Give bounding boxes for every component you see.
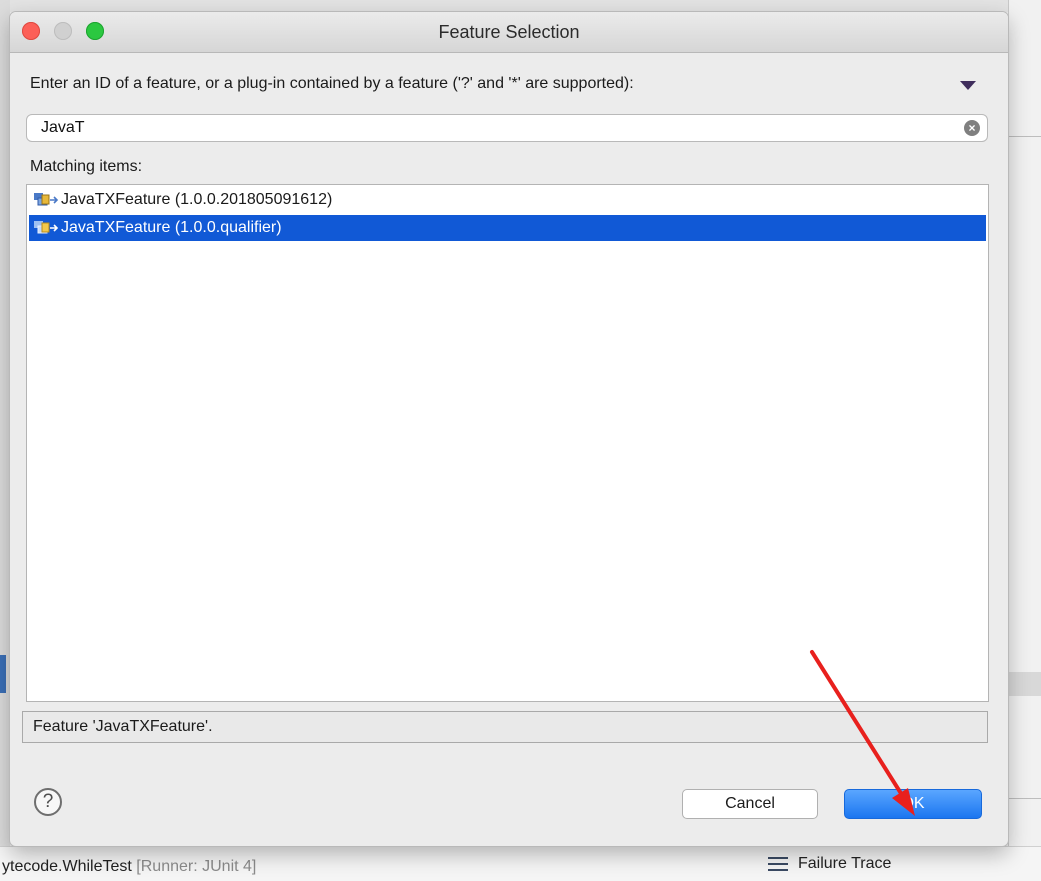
dropdown-menu-icon[interactable] bbox=[960, 81, 976, 90]
background-panel-header bbox=[1008, 672, 1041, 696]
list-item-feature-qualifier[interactable]: JavaTXFeature (1.0.0.qualifier) bbox=[29, 215, 986, 241]
clear-search-icon[interactable]: × bbox=[964, 120, 980, 136]
background-divider bbox=[1008, 798, 1041, 799]
background-ide-left bbox=[0, 0, 10, 880]
background-ide-top bbox=[0, 0, 1041, 12]
background-ide-right bbox=[1008, 0, 1041, 880]
status-bar: Feature 'JavaTXFeature'. bbox=[22, 711, 988, 743]
runner-label: [Runner: JUnit 4] bbox=[136, 858, 257, 875]
feature-id-value: JavaT bbox=[41, 119, 85, 136]
background-ide-marker bbox=[0, 655, 6, 693]
list-item-label: JavaTXFeature (1.0.0.201805091612) bbox=[61, 191, 333, 208]
help-icon[interactable]: ? bbox=[34, 788, 62, 816]
list-icon bbox=[768, 857, 788, 871]
failure-trace-label: Failure Trace bbox=[798, 855, 892, 872]
feature-id-input[interactable]: JavaT × bbox=[26, 114, 988, 142]
feature-selection-dialog: Feature Selection Enter an ID of a featu… bbox=[10, 12, 1008, 846]
feature-icon bbox=[34, 221, 59, 234]
dialog-title: Feature Selection bbox=[438, 22, 580, 42]
failure-trace-header[interactable]: Failure Trace bbox=[768, 855, 891, 873]
id-prompt-label: Enter an ID of a feature, or a plug-in c… bbox=[30, 75, 634, 92]
feature-icon bbox=[34, 193, 59, 206]
cancel-button[interactable]: Cancel bbox=[682, 789, 818, 819]
background-divider bbox=[1008, 136, 1041, 137]
ok-button[interactable]: OK bbox=[844, 789, 982, 819]
list-item-feature-release[interactable]: JavaTXFeature (1.0.0.201805091612) bbox=[29, 187, 986, 213]
matching-items-list[interactable]: JavaTXFeature (1.0.0.201805091612) JavaT… bbox=[26, 184, 989, 702]
junit-test-label[interactable]: ytecode.WhileTest [Runner: JUnit 4] bbox=[2, 858, 256, 876]
title-bar[interactable]: Feature Selection bbox=[10, 12, 1008, 53]
status-text: Feature 'JavaTXFeature'. bbox=[33, 718, 213, 735]
test-name: ytecode.WhileTest bbox=[2, 858, 132, 875]
matching-items-label: Matching items: bbox=[30, 158, 143, 175]
list-item-label: JavaTXFeature (1.0.0.qualifier) bbox=[61, 219, 282, 236]
